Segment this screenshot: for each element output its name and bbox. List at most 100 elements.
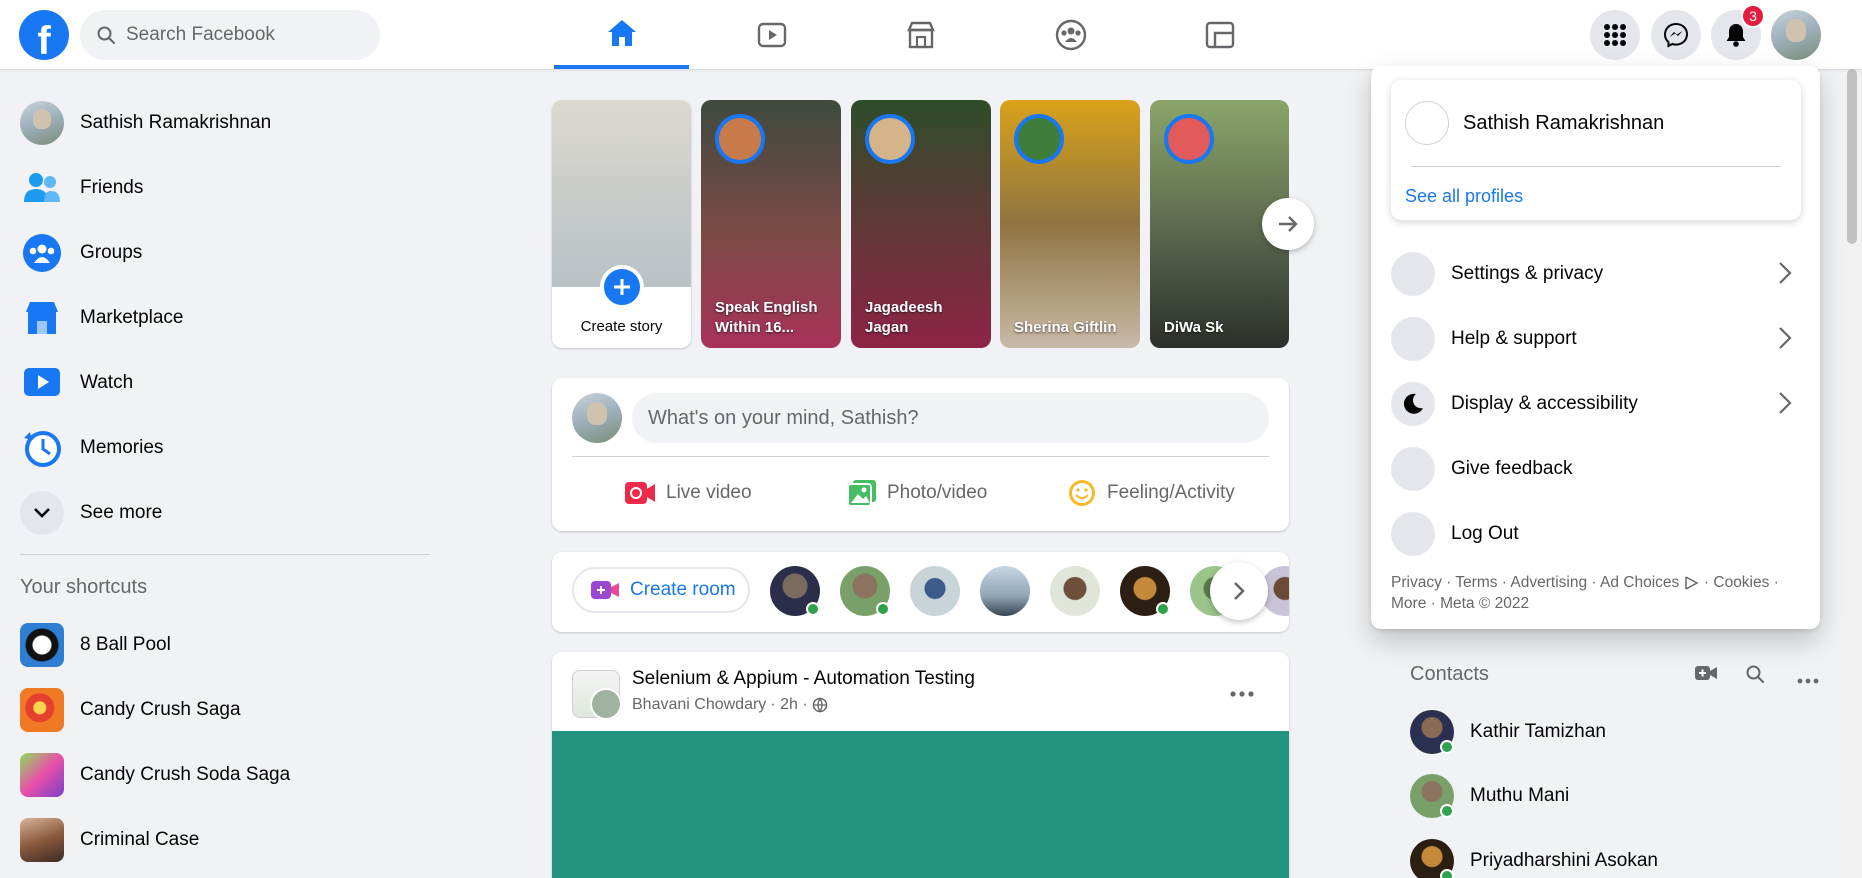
story-avatar [1014,114,1064,164]
scrollbar-thumb[interactable] [1847,69,1857,244]
home-icon [607,19,636,46]
menu-item-log-out[interactable]: Log Out [1391,506,1801,562]
contact-avatar [1410,774,1454,818]
room-contact-avatar[interactable] [770,566,820,616]
tab-marketplace[interactable] [853,0,988,69]
notifications-button[interactable]: 3 [1711,4,1765,60]
sidebar-item-see-more[interactable]: See more [20,487,430,539]
menu-item-settings-privacy[interactable]: Settings & privacy [1391,246,1801,302]
menu-button[interactable] [1590,10,1640,60]
photo-video-label: Photo/video [887,482,988,503]
ad-choices-icon [1684,576,1699,590]
post-time[interactable]: · 2h · [770,696,807,714]
menu-item-give-feedback[interactable]: Give feedback [1391,441,1801,497]
sidebar-item-label: Memories [80,437,164,458]
menu-item-help-support[interactable]: Help & support [1391,311,1801,367]
facebook-logo[interactable]: f [19,10,69,60]
chevron-right-icon [1779,392,1792,414]
live-video-button[interactable]: Live video [624,468,752,518]
shortcut-item[interactable]: Candy Crush Saga [20,684,430,736]
profile-row[interactable]: Sathish Ramakrishnan [1405,100,1787,146]
gaming-icon [1205,21,1234,48]
shortcut-item[interactable]: 8 Ball Pool [20,619,430,671]
photo-video-icon [847,479,877,507]
shortcut-item[interactable]: Criminal Case [20,814,430,866]
room-contact-avatar[interactable] [840,566,890,616]
legal-links-secondary[interactable]: More · Meta © 2022 [1391,595,1529,612]
online-indicator [1440,869,1454,878]
post-image[interactable] [552,731,1289,878]
friends-icon [20,166,64,210]
room-contact-avatar[interactable] [910,566,960,616]
page-scrollbar[interactable] [1842,69,1862,878]
search-input[interactable] [126,24,356,46]
legal-link-cookies[interactable]: · Cookies · [1704,574,1779,591]
contacts-options-button[interactable] [1797,671,1819,689]
sidebar-item-label: Marketplace [80,307,184,328]
menu-item-display-accessibility[interactable]: Display & accessibility [1391,376,1801,432]
new-room-button[interactable] [1694,664,1718,687]
see-all-profiles-link[interactable]: See all profiles [1405,186,1523,207]
legal-links-primary[interactable]: Privacy · Terms · Advertising · Ad Choic… [1391,574,1679,591]
room-contact-avatar[interactable] [1120,566,1170,616]
shortcut-label: 8 Ball Pool [80,634,171,655]
shortcut-label: Candy Crush Saga [80,699,241,720]
sidebar-item-marketplace[interactable]: Marketplace [20,292,430,344]
post-group-name[interactable]: Selenium & Appium - Automation Testing [632,668,975,690]
tab-home[interactable] [554,0,689,69]
rooms-next-button[interactable] [1210,562,1268,620]
feed-post: Selenium & Appium - Automation Testing B… [552,652,1289,878]
shortcut-label: Criminal Case [80,829,200,850]
sidebar-item-watch[interactable]: Watch [20,357,430,409]
tab-gaming[interactable] [1152,0,1287,69]
author-avatar[interactable] [590,688,622,720]
account-avatar-button[interactable] [1771,10,1821,60]
story-card[interactable]: Speak English Within 16... [701,100,841,348]
arrow-right-icon [1279,216,1298,232]
contact-item[interactable]: Priyadharshini Asokan [1410,835,1658,878]
live-video-icon [624,480,656,506]
online-indicator [1440,804,1454,818]
feeling-activity-button[interactable]: Feeling/Activity [1067,468,1235,518]
menu-item-label: Display & accessibility [1451,393,1638,414]
tab-watch[interactable] [704,0,839,69]
sidebar-item-groups[interactable]: Groups [20,227,430,279]
create-story-card[interactable]: Create story [552,100,691,348]
status-input[interactable] [632,393,1269,443]
settings-icon [1391,252,1435,296]
stories-next-button[interactable] [1262,198,1314,250]
notification-badge: 3 [1741,4,1765,28]
tab-groups[interactable] [1003,0,1138,69]
criminal-case-icon [20,818,64,862]
sidebar-profile[interactable]: Sathish Ramakrishnan [20,97,430,149]
watch-icon [757,22,786,47]
contact-item[interactable]: Muthu Mani [1410,770,1569,822]
create-room-button[interactable]: Create room [572,567,750,613]
sidebar-item-memories[interactable]: Memories [20,422,430,474]
shortcut-item[interactable]: Candy Crush Soda Saga [20,749,430,801]
story-card[interactable]: Sherina Giftlin [1000,100,1140,348]
sidebar-item-friends[interactable]: Friends [20,162,430,214]
menu-item-label: Log Out [1451,523,1519,544]
contact-name: Muthu Mani [1470,785,1570,806]
chevron-right-icon [1779,327,1792,349]
create-room-label: Create room [630,579,736,600]
story-card[interactable]: Jagadeesh Jagan [851,100,991,348]
story-name: DiWa Sk [1164,319,1224,336]
profile-card: Sathish Ramakrishnan See all profiles [1391,80,1801,220]
story-name: Jagadeesh Jagan [865,299,943,336]
sidebar-divider [20,554,430,555]
post-options-button[interactable] [1222,674,1262,714]
post-author[interactable]: Bhavani Chowdary [632,696,766,714]
photo-video-button[interactable]: Photo/video [847,468,987,518]
messenger-button[interactable] [1651,10,1701,60]
chevron-right-icon [1234,582,1245,600]
more-horizontal-icon [1230,691,1254,697]
chevron-down-icon [20,491,64,535]
chevron-right-icon [1779,262,1792,284]
room-contact-avatar[interactable] [1050,566,1100,616]
room-contact-avatar[interactable] [980,566,1030,616]
search-box[interactable] [80,10,380,60]
search-contacts-button[interactable] [1745,664,1765,689]
contact-item[interactable]: Kathir Tamizhan [1410,706,1606,758]
